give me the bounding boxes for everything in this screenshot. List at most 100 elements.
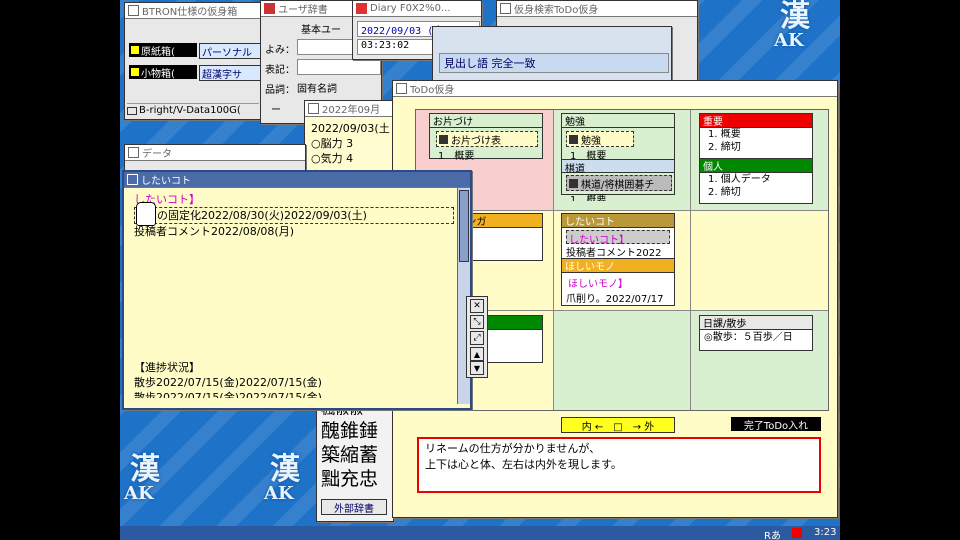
cell-line: 1 概要 (570, 151, 607, 162)
note-line: ○脳力 3 (311, 137, 354, 150)
todo-hoshii[interactable]: ほしいモノ ほしいモノ】 爪削り。2022/07/17 (561, 258, 675, 306)
folder-icon (131, 46, 139, 54)
note-line: 2022/09/03(土 (311, 122, 390, 135)
hand-cursor-icon (136, 202, 156, 226)
cell-title: お片づけ (430, 114, 542, 128)
kanji-cell[interactable]: 錐 (340, 420, 359, 442)
search-titlebar[interactable]: 仮身検索ToDo仮身 (497, 1, 697, 17)
kanji-cell[interactable]: 築 (321, 444, 340, 466)
vobj-okataduke[interactable]: お片づけ表 (436, 131, 538, 147)
hinshi-value[interactable]: 固有名詞 (297, 80, 337, 95)
todo-juuyou[interactable]: 重要 1. 概要 2. 締切 (699, 113, 813, 159)
btron-window[interactable]: BTRON仕様の仮身箱 原紙箱( パーソナル 小物箱( 超漢字サ B-right… (124, 2, 262, 120)
shitai-titlebar[interactable]: したいコト (124, 172, 470, 188)
note-line: 上下は心と体、左右は内外を現します。 (425, 458, 622, 471)
disk-icon (127, 106, 137, 115)
cell-subtitle: 棋道 (562, 159, 674, 175)
diary-titlebar[interactable]: Diary F0X2%0... (353, 1, 481, 17)
cell-title: 重要 (700, 114, 812, 128)
dictionary-icon (264, 3, 275, 14)
kanji-palette[interactable]: 楓俶俶 醜錐錘 築縮蓄 黜充忠 外部辞書 (316, 396, 394, 522)
table-icon (569, 134, 578, 144)
text-line: 投稿者コメント2022/08/08(月) (134, 225, 294, 238)
resize-icon[interactable]: ⤡ (470, 315, 484, 329)
done-todo-button[interactable]: 完了ToDo入れ (731, 417, 821, 432)
vobj-personal[interactable]: パーソナル (199, 43, 261, 59)
table-icon (439, 134, 448, 144)
user-dict-tab[interactable]: 基本ユー (301, 21, 341, 36)
cell-line: 2. 締切 (708, 142, 741, 153)
yomi-label: よみ： (265, 45, 295, 56)
clock: 3:23 (814, 527, 837, 538)
window-icon (128, 5, 139, 16)
data-titlebar[interactable]: データ (125, 145, 305, 161)
cell-title: 勉強 (562, 114, 674, 128)
dash-mark: ー (271, 105, 281, 116)
cell-line: ◎散歩：５百歩／日 (704, 332, 793, 343)
external-dictionary-button[interactable]: 外部辞書 (321, 499, 387, 515)
scroll-up-icon[interactable]: ▲ (470, 347, 484, 361)
todo-kojin[interactable]: 個人 1. 個人データ 2. 締切 (699, 158, 813, 204)
cell-line: 爪削り。2022/07/17 (566, 294, 664, 305)
wallpaper-logo: 漢 AK (124, 452, 160, 504)
kanji-cell[interactable]: 醜 (321, 420, 340, 442)
window-icon (308, 103, 319, 114)
vobj-kidou[interactable]: 棋道/将棋囲碁チ (566, 175, 672, 191)
todo-shitai[interactable]: したいコト したいコト】 投稿者コメント2022 (561, 213, 675, 259)
todo-okataduke[interactable]: お片づけ お片づけ表 1 概要 (429, 113, 543, 162)
vobj-genshi[interactable]: 原紙箱( (129, 43, 197, 58)
shitai-window[interactable]: したいコト したいコト】 ードの固定化2022/08/30(火)2022/09/… (122, 170, 472, 410)
cell-title: 日課/散歩 (700, 316, 812, 330)
ime-indicator[interactable]: Rあ (764, 527, 781, 540)
kanji-cell[interactable]: 忠 (359, 468, 378, 490)
scroll-thumb[interactable] (459, 190, 469, 262)
note-titlebar[interactable]: 2022年09月 (305, 101, 395, 117)
cell-title: 個人 (700, 159, 812, 173)
wallpaper-logo: 漢 AK (774, 0, 810, 51)
note-line: ○気力 4 (311, 152, 354, 165)
vobj-benkyou[interactable]: 勉強 (566, 131, 634, 147)
window-icon (500, 3, 511, 14)
vobj-komono[interactable]: 小物箱( (129, 65, 197, 80)
todo-benkyou[interactable]: 勉強 勉強 1 概要 棋道 棋道/将棋囲碁チ 1 概要 (561, 113, 675, 201)
window-icon (128, 147, 139, 158)
cell-title: したいコト (562, 214, 674, 228)
table-icon (569, 178, 578, 188)
drive-item[interactable]: B-right/V-Data100G( (127, 103, 259, 117)
cell-line: 投稿者コメント2022 (566, 248, 662, 259)
window-icon (127, 174, 138, 185)
kanji-cell[interactable]: 黜 (321, 468, 340, 490)
btron-titlebar[interactable]: BTRON仕様の仮身箱 (125, 3, 261, 19)
note-line: リネームの仕方が分かりませんが、 (425, 442, 601, 455)
hyouki-input[interactable] (297, 59, 381, 75)
kanji-cell[interactable]: 錘 (359, 420, 378, 442)
search-toolbar[interactable]: 見出し語 完全一致 (439, 53, 669, 73)
axis-label: 内 ← □ → 外 (561, 417, 675, 433)
window-controls: ✕ ⤡ ⤢ ▲ ▼ (466, 296, 488, 378)
selected-line[interactable]: ードの固定化2022/08/30(火)2022/09/03(土) (134, 207, 454, 224)
vobj-shitai[interactable]: したいコト】 (566, 230, 670, 246)
record-icon[interactable] (792, 528, 802, 538)
taskbar: Rあ 3:23 (120, 526, 840, 540)
vobj-hoshii[interactable]: ほしいモノ】 (566, 275, 670, 290)
diary-icon (356, 3, 367, 14)
todo-note[interactable]: リネームの仕方が分かりませんが、 上下は心と体、左右は内外を現します。 (417, 437, 821, 493)
cell-line: 1. 個人データ (708, 174, 771, 185)
folder-icon (131, 68, 139, 76)
kanji-cell[interactable]: 充 (340, 468, 359, 490)
cell-line: 1 概要 (570, 195, 607, 201)
status-line: 散歩2022/07/15(金)2022/07/15(金) (134, 391, 322, 398)
cell-line: 1. 概要 (708, 129, 741, 140)
kanji-cell[interactable]: 蓄 (359, 444, 378, 466)
cell-title: ほしいモノ (562, 259, 674, 273)
scroll-down-icon[interactable]: ▼ (470, 361, 484, 375)
todo-nikka[interactable]: 日課/散歩 ◎散歩：５百歩／日 (699, 315, 813, 351)
close-icon[interactable]: ✕ (470, 299, 484, 313)
wallpaper-logo: 漢 AK (264, 452, 300, 504)
status-line: 散歩2022/07/15(金)2022/07/15(金) (134, 376, 322, 389)
kanji-cell[interactable]: 縮 (340, 444, 359, 466)
zoom-icon[interactable]: ⤢ (470, 331, 484, 345)
cell-line: 1 概要 (438, 151, 475, 162)
todo-titlebar[interactable]: ToDo仮身 (393, 81, 837, 97)
vobj-chokanji[interactable]: 超漢字サ (199, 65, 261, 81)
